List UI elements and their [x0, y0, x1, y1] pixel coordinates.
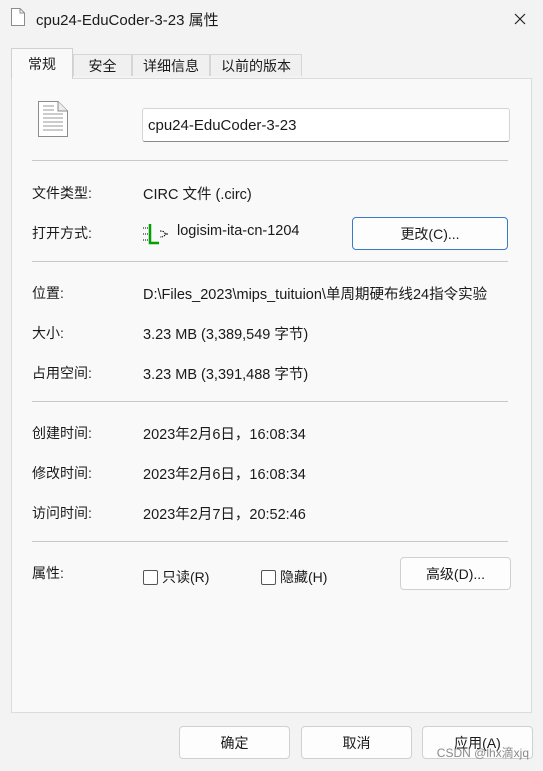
readonly-checkbox-label: 只读(R)	[162, 569, 210, 585]
location-label: 位置:	[32, 285, 64, 301]
readonly-checkbox-box[interactable]	[143, 569, 158, 585]
tab-previous-versions[interactable]: 以前的版本	[210, 54, 302, 76]
tab-general[interactable]: 常规	[11, 48, 73, 79]
size-on-disk-label: 占用空间:	[32, 365, 92, 381]
watermark-text: CSDN @lhx滴xjq	[436, 746, 529, 760]
file-type-label: 文件类型:	[32, 185, 92, 201]
open-with-label: 打开方式:	[32, 225, 92, 241]
title-bar: cpu24-EduCoder-3-23 属性	[0, 0, 543, 38]
hidden-checkbox-box[interactable]	[261, 569, 276, 585]
modified-label: 修改时间:	[32, 465, 92, 481]
file-name-input[interactable]	[142, 108, 510, 142]
separator	[32, 401, 508, 402]
open-with-app-name: logisim-ita-cn-1204	[177, 223, 300, 239]
size-on-disk-value: 3.23 MB (3,391,488 字节)	[143, 367, 309, 383]
ok-button[interactable]: 确定	[179, 726, 290, 759]
accessed-label: 访问时间:	[32, 505, 92, 521]
advanced-button[interactable]: 高级(D)...	[400, 557, 511, 590]
created-value: 2023年2月6日，16:08:34	[143, 427, 306, 443]
general-panel	[11, 78, 532, 713]
hidden-checkbox[interactable]: 隐藏(H)	[261, 567, 327, 587]
created-label: 创建时间:	[32, 425, 92, 441]
cancel-button[interactable]: 取消	[301, 726, 412, 759]
separator	[32, 541, 508, 542]
window-title: cpu24-EduCoder-3-23 属性	[36, 12, 219, 29]
readonly-checkbox[interactable]: 只读(R)	[143, 567, 209, 587]
tab-security[interactable]: 安全	[73, 54, 132, 76]
separator	[32, 160, 508, 161]
close-button[interactable]	[497, 0, 543, 38]
hidden-checkbox-label: 隐藏(H)	[280, 569, 328, 585]
change-button[interactable]: 更改(C)...	[352, 217, 508, 250]
accessed-value: 2023年2月7日，20:52:46	[143, 507, 306, 523]
size-label: 大小:	[32, 325, 64, 341]
separator	[32, 261, 508, 262]
logisim-app-icon	[143, 222, 169, 249]
file-icon	[11, 8, 25, 26]
tab-details[interactable]: 详细信息	[132, 54, 210, 76]
file-type-value: CIRC 文件 (.circ)	[143, 187, 252, 203]
modified-value: 2023年2月6日，16:08:34	[143, 467, 306, 483]
document-icon	[38, 101, 68, 140]
size-value: 3.23 MB (3,389,549 字节)	[143, 327, 309, 343]
location-value: D:\Files_2023\mips_tuituion\单周期硬布线24指令实验	[143, 287, 488, 303]
attributes-label: 属性:	[32, 565, 64, 581]
close-icon	[514, 13, 526, 25]
